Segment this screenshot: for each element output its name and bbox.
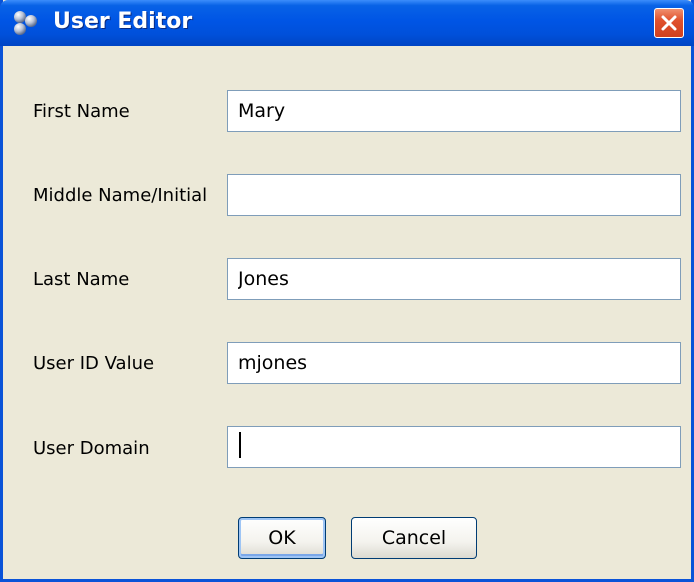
user-editor-window: User Editor First Name Middle Name/Initi… bbox=[0, 0, 694, 582]
first-name-field[interactable] bbox=[227, 90, 681, 132]
title-bar[interactable]: User Editor bbox=[0, 0, 694, 46]
close-button[interactable] bbox=[654, 8, 684, 38]
user-id-field[interactable] bbox=[227, 342, 681, 384]
middle-name-field[interactable] bbox=[227, 174, 681, 216]
last-name-label: Last Name bbox=[33, 269, 130, 290]
middle-name-label: Middle Name/Initial bbox=[33, 185, 208, 206]
user-domain-label: User Domain bbox=[33, 438, 150, 459]
ok-button[interactable]: OK bbox=[238, 517, 326, 559]
user-id-label: User ID Value bbox=[33, 353, 155, 374]
users-group-icon bbox=[14, 11, 37, 35]
window-title: User Editor bbox=[53, 9, 193, 34]
close-icon bbox=[661, 15, 677, 31]
text-caret bbox=[239, 432, 241, 458]
user-domain-field[interactable] bbox=[227, 426, 681, 468]
first-name-label: First Name bbox=[33, 101, 130, 122]
cancel-button[interactable]: Cancel bbox=[351, 517, 477, 559]
last-name-field[interactable] bbox=[227, 258, 681, 300]
